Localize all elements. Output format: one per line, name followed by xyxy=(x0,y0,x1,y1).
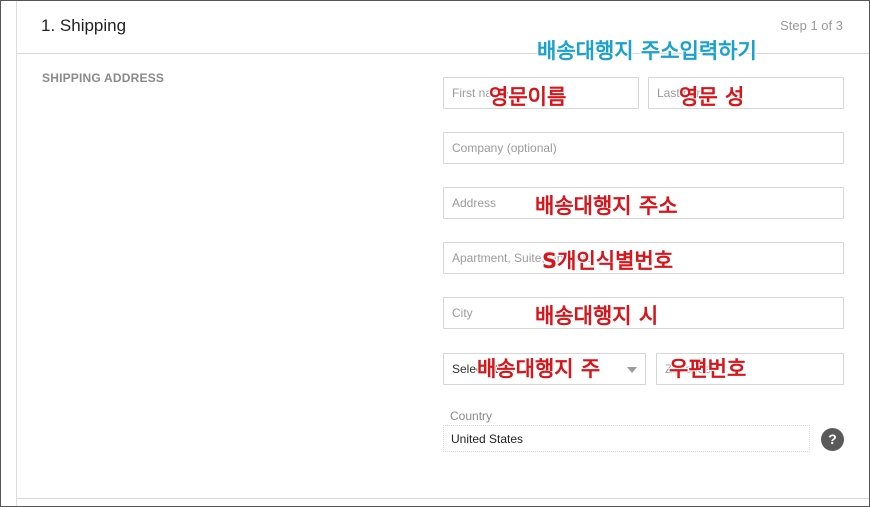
annotation-zip: 우편번호 xyxy=(669,357,747,381)
country-select[interactable]: United States xyxy=(443,425,810,452)
left-divider xyxy=(16,1,17,506)
annotation-last-name: 영문 성 xyxy=(679,85,745,109)
address-placeholder: Address xyxy=(452,196,497,210)
page-title: 1. Shipping xyxy=(41,16,127,35)
country-label: Country xyxy=(450,409,493,423)
annotation-city: 배송대행지 시 xyxy=(535,304,659,328)
bottom-divider xyxy=(17,498,869,499)
shipping-address-label: SHIPPING ADDRESS xyxy=(42,71,165,85)
city-placeholder: City xyxy=(452,306,473,320)
annotation-first-name: 영문이름 xyxy=(489,85,567,109)
step-indicator: Step 1 of 3 xyxy=(780,18,843,33)
help-icon[interactable]: ? xyxy=(821,428,844,451)
annotation-apartment: S개인식별번호 xyxy=(542,249,674,273)
chevron-down-icon xyxy=(627,367,637,373)
annotation-state: 배송대행지 주 xyxy=(477,357,601,381)
company-placeholder: Company (optional) xyxy=(452,141,557,155)
annotation-address: 배송대행지 주소 xyxy=(535,194,678,218)
last-name-field[interactable]: Last name xyxy=(648,77,844,109)
annotation-heading: 배송대행지 주소입력하기 xyxy=(537,39,757,63)
country-value: United States xyxy=(451,432,524,446)
checkout-panel: 1. Shipping Step 1 of 3 SHIPPING ADDRESS… xyxy=(0,0,870,507)
company-field[interactable]: Company (optional) xyxy=(443,132,844,164)
